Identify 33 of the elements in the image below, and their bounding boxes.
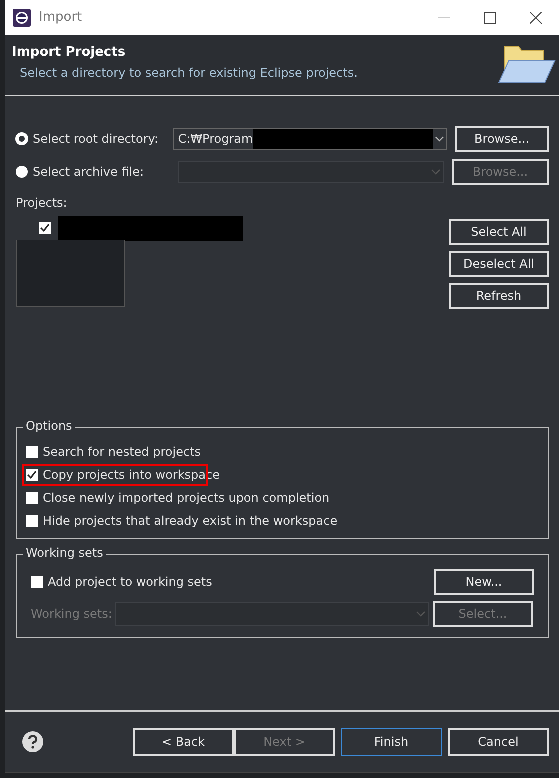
radio-label: Select root directory: [33,132,160,146]
field-label: Working sets: [31,607,114,621]
projects-label: Projects: [16,196,68,210]
checkbox[interactable] [26,446,38,458]
window-title: Import [39,10,84,25]
app-icon [13,8,31,26]
wizard-button[interactable]: Cancel [448,728,549,756]
list-action-button[interactable]: Refresh [449,283,549,309]
list-action-button[interactable]: Deselect All [449,251,549,277]
checkbox[interactable] [26,492,38,504]
maximize-icon[interactable] [484,12,496,24]
help-icon[interactable] [22,731,44,753]
group-title: Working sets [23,546,106,560]
radio-label: Select archive file: [33,164,146,178]
checkbox-label: Search for nested projects [43,444,202,458]
browse-button[interactable]: Browse... [455,126,549,152]
wizard-button[interactable]: < Back [133,728,234,756]
list-action-button[interactable]: Select All [449,219,549,245]
page-title: Import Projects [12,45,127,60]
page-description: Select a directory to search for existing Eclipse projects. [20,66,358,80]
checkbox[interactable] [26,514,38,526]
close-icon[interactable] [530,12,542,24]
checkbox[interactable] [39,222,51,234]
path-combo-field[interactable]: C:₩Program [173,128,448,150]
checkbox-label: Close newly imported projects upon completion [43,490,330,504]
checkbox-label: Hide projects that already exist in the workspace [43,514,338,528]
wizard-button[interactable]: Finish [341,728,442,756]
checkbox-label: Add project to working sets [48,575,212,589]
new-button[interactable]: New... [434,569,534,595]
checkbox[interactable] [26,468,38,480]
checkbox[interactable] [31,576,43,588]
radio-button[interactable] [16,132,28,144]
group-title: Options [23,419,76,433]
